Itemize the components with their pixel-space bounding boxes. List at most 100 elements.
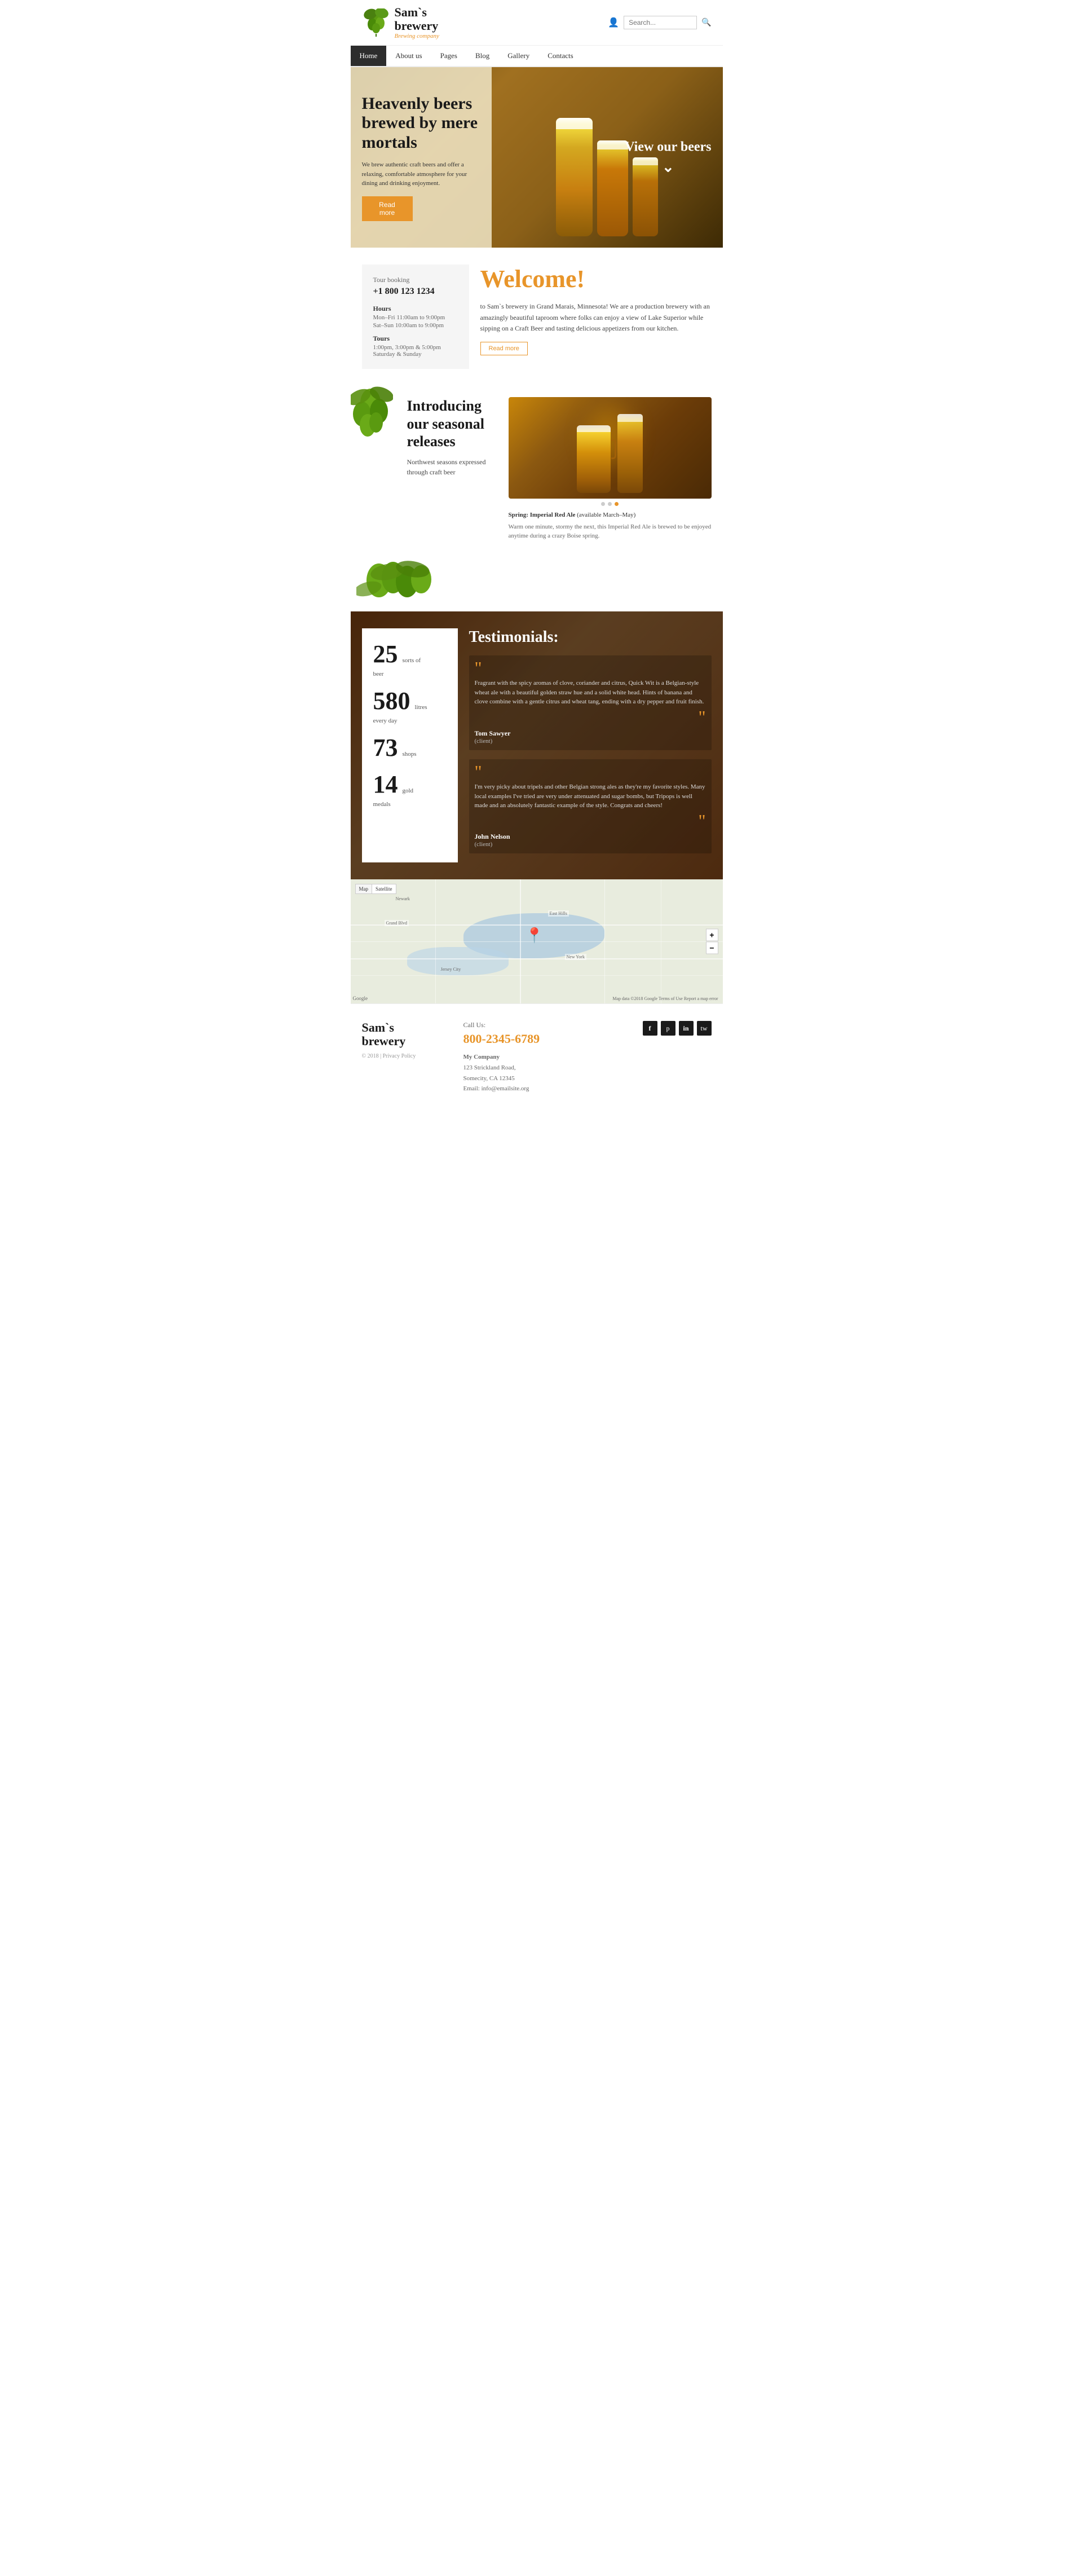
footer-contact: Call Us: 800-2345-6789 My Company 123 St… — [463, 1021, 632, 1094]
seasonal-right: Spring: Imperial Red Ale (available Marc… — [509, 397, 712, 541]
social-twitter[interactable]: tw — [697, 1021, 712, 1036]
tours-label: Tours — [373, 334, 458, 343]
beer-glass-large — [556, 118, 593, 236]
testimonial-2-role: (client) — [475, 841, 706, 848]
logo-tagline: Brewing company — [395, 33, 439, 39]
logo-name-line2: brewery — [395, 19, 439, 33]
footer-name-line2: brewery — [362, 1034, 406, 1048]
beer-mug-2 — [617, 414, 643, 493]
address-text: 123 Strickland Road, Somecity, CA 12345 … — [463, 1063, 632, 1094]
social-facebook[interactable]: f — [643, 1021, 657, 1036]
call-us-label: Call Us: — [463, 1021, 486, 1029]
nav-about[interactable]: About us — [386, 46, 431, 66]
testimonial-1-text: Fragrant with the spicy aromas of clove,… — [475, 679, 706, 707]
info-section: Tour booking +1 800 123 1234 Hours Mon–F… — [351, 248, 723, 386]
map-zoom-in[interactable]: + — [706, 929, 718, 941]
tour-phone: +1 800 123 1234 — [373, 287, 458, 297]
tours-times: 1:00pm, 3:00pm & 5:00pm — [373, 344, 458, 351]
testimonial-1-author: Tom Sawyer — [475, 729, 706, 738]
dot-1[interactable] — [601, 502, 605, 506]
beer-availability: (available March–May) — [577, 512, 635, 518]
welcome-area: Welcome! to Sam`s brewery in Grand Marai… — [480, 265, 712, 355]
stat-shops-number: 73 — [373, 734, 398, 761]
seasonal-beer-image — [509, 397, 712, 499]
testimonial-1: " Fragrant with the spicy aromas of clov… — [469, 655, 712, 750]
footer: Sam`s brewery © 2018 | Privacy Policy Ca… — [351, 1003, 723, 1111]
dot-2[interactable] — [608, 502, 612, 506]
map-type-control[interactable]: Map Satellite — [355, 884, 396, 894]
search-icon[interactable]: 🔍 — [701, 18, 711, 28]
address-label: My Company — [463, 1052, 632, 1063]
view-beers-text: View our beers — [625, 140, 711, 155]
image-dots — [509, 502, 712, 506]
stat-medals: 14 gold medals — [373, 770, 447, 809]
stat-beer-number: 25 — [373, 640, 398, 668]
hops-bottom-decoration — [351, 558, 723, 611]
search-input[interactable] — [624, 16, 697, 29]
welcome-text: to Sam`s brewery in Grand Marais, Minnes… — [480, 301, 712, 334]
google-logo: Google — [353, 996, 368, 1001]
logo-hops-icon — [362, 8, 390, 37]
map-terms: Map data ©2018 Google Terms of Use Repor… — [612, 996, 718, 1001]
tour-booking-box: Tour booking +1 800 123 1234 Hours Mon–F… — [362, 265, 469, 369]
testimonial-2: " I'm very picky about tripels and other… — [469, 759, 712, 854]
map-zoom-controls: + − — [706, 929, 718, 954]
logo-name-line1: Sam`s — [395, 5, 427, 19]
logo-area: Sam`s brewery Brewing company — [362, 6, 439, 39]
hops-decoration-top — [351, 386, 393, 453]
hours-weekday: Mon–Fri 11:00am to 9:00pm — [373, 314, 458, 321]
social-linkedin[interactable]: in — [679, 1021, 694, 1036]
footer-name-line1: Sam`s — [362, 1020, 394, 1034]
testimonial-2-text: I'm very picky about tripels and other B… — [475, 782, 706, 811]
logo-text: Sam`s brewery Brewing company — [395, 6, 439, 39]
beer-glass-medium — [597, 140, 628, 236]
social-pinterest[interactable]: p — [661, 1021, 675, 1036]
footer-social: f p in tw — [643, 1021, 712, 1036]
nav-blog[interactable]: Blog — [466, 46, 498, 66]
seasonal-subtext: Northwest seasons expressed through craf… — [407, 457, 497, 477]
tour-label: Tour booking — [373, 276, 458, 284]
beer-glasses — [556, 118, 658, 242]
close-quote-2: " — [475, 814, 706, 829]
map-section: Grand Blvd New York Jersey City East Hil… — [351, 879, 723, 1003]
hero-right: View our beers ⌄ — [492, 67, 723, 248]
welcome-read-more-button[interactable]: Read more — [480, 342, 528, 355]
user-icon[interactable]: 👤 — [608, 17, 619, 28]
hours-label: Hours — [373, 305, 458, 313]
nav-contacts[interactable]: Contacts — [538, 46, 582, 66]
navigation: Home About us Pages Blog Gallery Contact… — [351, 46, 723, 67]
seasonal-caption: Spring: Imperial Red Ale (available Marc… — [509, 510, 712, 520]
beer-mug-1 — [577, 425, 611, 493]
stat-litres: 580 litres every day — [373, 686, 447, 725]
seasonal-section: Introducing our seasonal releases Northw… — [351, 386, 723, 558]
map-zoom-out[interactable]: − — [706, 942, 718, 954]
footer-address: My Company 123 Strickland Road, Somecity… — [463, 1052, 632, 1094]
beer-name: Spring: Imperial Red Ale — [509, 512, 576, 518]
stat-beer: 25 sorts of beer — [373, 640, 447, 679]
stats-box: 25 sorts of beer 580 litres every day 73… — [362, 628, 458, 862]
footer-logo: Sam`s brewery © 2018 | Privacy Policy — [362, 1021, 452, 1059]
nav-home[interactable]: Home — [351, 46, 387, 66]
seasonal-heading: Introducing our seasonal releases — [407, 397, 497, 450]
welcome-heading: Welcome! — [480, 265, 712, 293]
hero-description: We brew authentic craft beers and offer … — [362, 160, 480, 188]
nav-gallery[interactable]: Gallery — [498, 46, 538, 66]
header: Sam`s brewery Brewing company 👤 🔍 — [351, 0, 723, 46]
hero-left: Heavenly beers brewed by mere mortals We… — [351, 67, 492, 248]
tours-days: Saturday & Sunday — [373, 351, 458, 358]
testimonial-1-role: (client) — [475, 738, 706, 745]
nav-pages[interactable]: Pages — [431, 46, 466, 66]
quote-mark-2: " — [475, 765, 706, 780]
testimonial-2-author: John Nelson — [475, 833, 706, 841]
hero-section: Heavenly beers brewed by mere mortals We… — [351, 67, 723, 248]
view-beers-cta[interactable]: View our beers ⌄ — [625, 140, 711, 175]
footer-copyright: © 2018 | Privacy Policy — [362, 1053, 452, 1059]
hero-heading: Heavenly beers brewed by mere mortals — [362, 94, 480, 153]
map-pin: 📍 — [526, 927, 544, 944]
dot-3[interactable] — [615, 502, 619, 506]
hero-read-more-button[interactable]: Read more — [362, 196, 413, 221]
quote-mark-1: " — [475, 661, 706, 676]
hours-weekend: Sat–Sun 10:00am to 9:00pm — [373, 322, 458, 329]
testimonials-heading: Testimonials: — [469, 628, 712, 646]
testimonials-section: 25 sorts of beer 580 litres every day 73… — [351, 611, 723, 879]
